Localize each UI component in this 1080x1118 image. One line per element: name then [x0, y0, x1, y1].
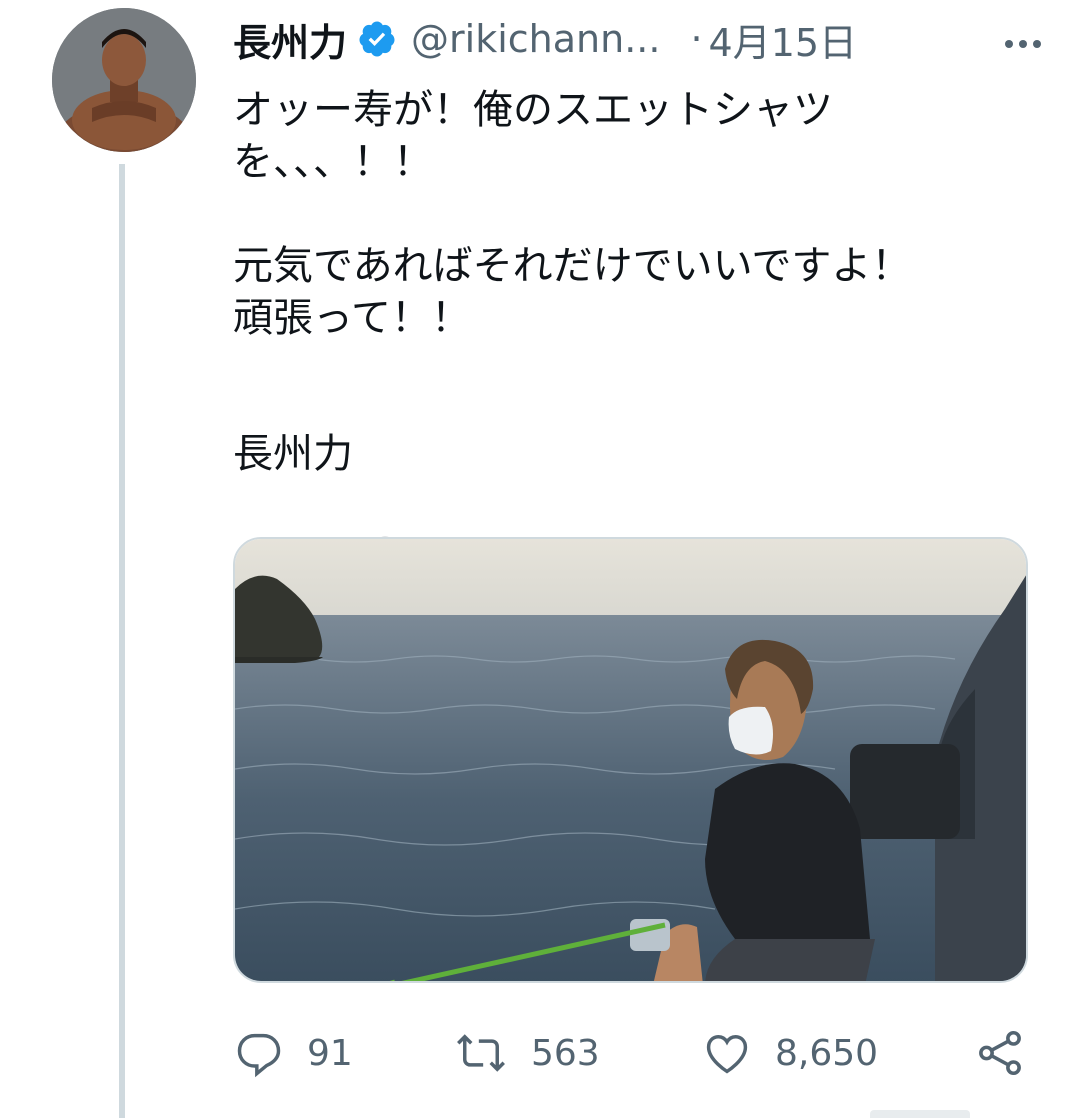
photo-image: [235, 539, 1026, 981]
tweet-line-5: 頑張って！！: [233, 295, 471, 341]
tweet-photo[interactable]: [233, 537, 1028, 983]
signature-text: 長州力: [233, 431, 353, 477]
like-button[interactable]: 8,650: [701, 1018, 878, 1088]
verified-badge-icon: [357, 19, 397, 59]
separator-dot: ·: [690, 17, 703, 61]
tweet-signature: 長州力: [233, 428, 413, 582]
reply-count: 91: [307, 1032, 353, 1074]
reply-button[interactable]: 91: [233, 1018, 353, 1088]
thread-line: [119, 164, 125, 1118]
heart-icon: [701, 1027, 753, 1079]
tweet-line-4: 元気であればそれだけでいいですよ！: [233, 243, 912, 289]
author-handle[interactable]: @rikichann...: [411, 17, 660, 61]
line-break: [233, 344, 1033, 396]
tweet-view: 長州力 @rikichann... · 4月15日 オッー寿が！俺のスエットシャ…: [0, 0, 1080, 1118]
share-icon: [973, 1026, 1027, 1080]
tweet-line-1: オッー寿が！俺のスエットシャツ: [233, 87, 833, 133]
author-name[interactable]: 長州力: [233, 12, 347, 67]
rice-ball-icon: [357, 429, 413, 582]
like-count: 8,650: [775, 1032, 879, 1074]
tweet-header: 長州力 @rikichann... · 4月15日: [233, 10, 1053, 68]
retweet-count: 563: [531, 1032, 600, 1074]
retweet-icon: [453, 1027, 509, 1079]
bottom-edge-bar: [870, 1110, 970, 1118]
share-button[interactable]: [973, 1018, 1027, 1088]
tweet-actions: 91 563 8,650: [233, 1018, 1033, 1088]
avatar[interactable]: [52, 8, 196, 152]
tweet-text: オッー寿が！俺のスエットシャツ を、、、！！ 元気であればそれだけでいいですよ！…: [233, 84, 1033, 582]
reply-icon: [233, 1027, 285, 1079]
tweet-line-2: を、、、！！: [233, 139, 433, 185]
retweet-button[interactable]: 563: [453, 1018, 600, 1088]
line-break: [233, 188, 1033, 240]
tweet-date[interactable]: 4月15日: [709, 12, 858, 67]
avatar-photo: [52, 8, 196, 152]
more-options-icon[interactable]: [993, 24, 1053, 54]
